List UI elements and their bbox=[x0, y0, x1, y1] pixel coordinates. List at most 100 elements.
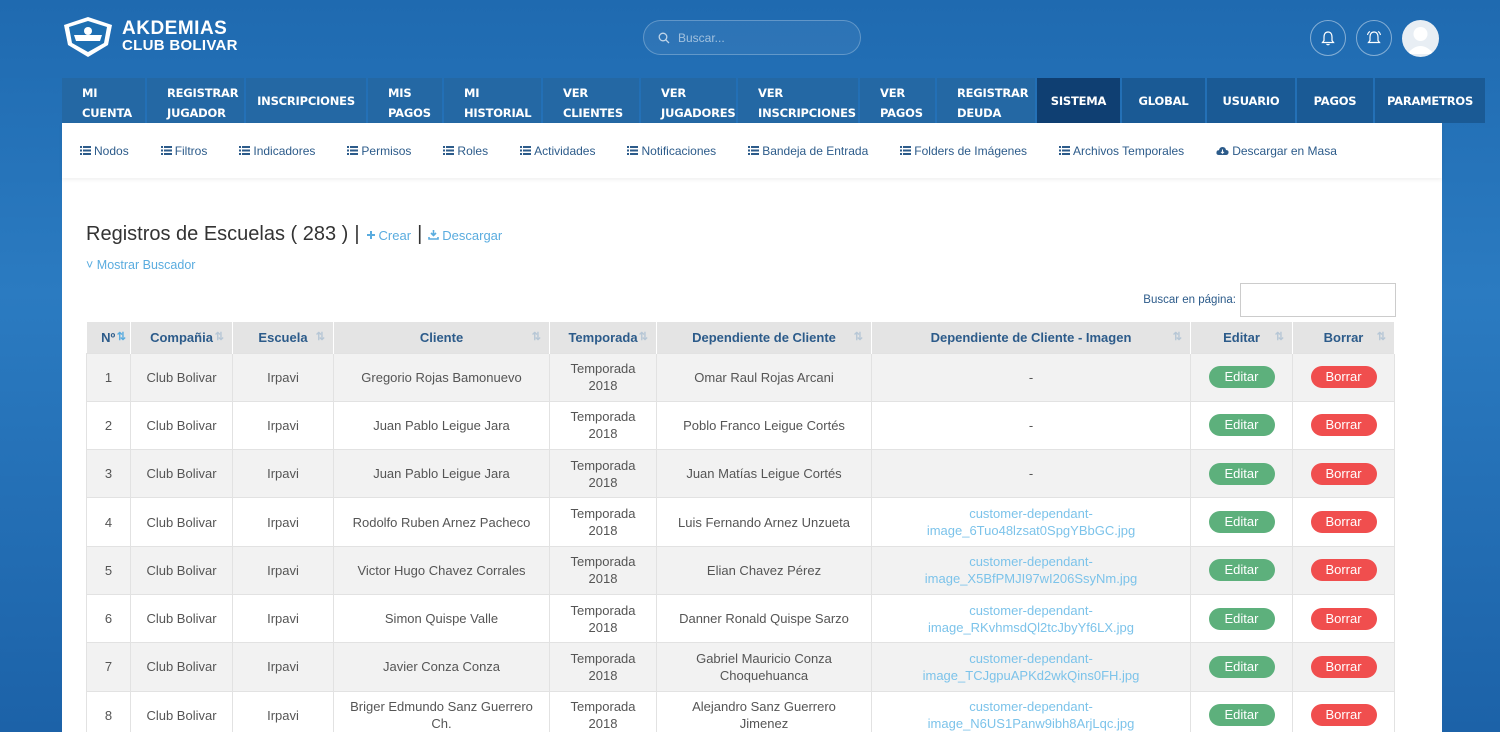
table-row: 5 Club Bolivar Irpavi Victor Hugo Chavez Co… bbox=[86, 545, 1395, 595]
system-subnav: Nodos Filtros Indicadores Permisos Roles Acti… bbox=[62, 123, 1442, 178]
user-icon bbox=[1407, 27, 1434, 54]
subnav-item-actividades[interactable]: Actividades bbox=[520, 144, 595, 158]
nav-item-ver-jugadores[interactable]: VER JUGADORES bbox=[641, 78, 736, 123]
delete-button[interactable]: Borrar bbox=[1310, 655, 1377, 678]
page-search-input[interactable] bbox=[1240, 283, 1396, 317]
column-header[interactable]: Borrar ⇅ bbox=[1292, 322, 1395, 353]
sort-icon: ⇅ bbox=[315, 331, 325, 343]
search-input[interactable] bbox=[678, 30, 848, 45]
subnav-item-indicadores[interactable]: Indicadores bbox=[239, 144, 315, 158]
main-nav: MI CUENTA REGISTRAR JUGADOR INSCRIPCIONES MIS… bbox=[62, 78, 1487, 123]
table-row: 3 Club Bolivar Irpavi Juan Pablo Leigue Jar… bbox=[86, 449, 1395, 499]
subnav-item-filtros[interactable]: Filtros bbox=[160, 144, 207, 158]
table-cell: Victor Hugo Chavez Corrales bbox=[333, 545, 550, 595]
image-link[interactable]: customer-dependant-image_X5BfPMJI97wI206… bbox=[925, 554, 1137, 586]
edit-button[interactable]: Editar bbox=[1208, 704, 1275, 727]
image-link[interactable]: customer-dependant-image_6Tuo48lzsat0Spg… bbox=[927, 506, 1135, 538]
delete-button[interactable]: Borrar bbox=[1310, 607, 1377, 630]
edit-button[interactable]: Editar bbox=[1208, 414, 1275, 437]
table-cell: 2 bbox=[86, 400, 131, 451]
image-link[interactable]: customer-dependant-image_N6US1Panw9ibh8A… bbox=[928, 699, 1135, 731]
table-cell: 7 bbox=[86, 642, 131, 692]
alerts-button[interactable] bbox=[1356, 20, 1392, 56]
nav-item-mi-cuenta[interactable]: MI CUENTA bbox=[62, 78, 145, 123]
create-link[interactable]: Crear bbox=[366, 228, 411, 243]
column-header-label: Dependiente de Cliente bbox=[692, 329, 836, 345]
title-separator: | bbox=[354, 223, 360, 245]
cell-text: Irpavi bbox=[267, 562, 299, 578]
table-row: 1 Club Bolivar Irpavi Gregorio Rojas Bamonu… bbox=[86, 352, 1395, 402]
column-header[interactable]: Dependiente de Cliente - Imagen ⇅ bbox=[871, 322, 1191, 353]
column-header[interactable]: Temporada ⇅ bbox=[549, 322, 657, 353]
bell-icon bbox=[1321, 30, 1335, 45]
nav-item-registrar-jugador[interactable]: REGISTRAR JUGADOR bbox=[147, 78, 244, 123]
cell-text: 7 bbox=[104, 659, 113, 675]
delete-button[interactable]: Borrar bbox=[1310, 462, 1377, 485]
main-content: Registros de Escuelas ( 283 ) | Crear | … bbox=[86, 223, 1396, 732]
cell-text: Irpavi bbox=[267, 659, 299, 675]
edit-button[interactable]: Editar bbox=[1208, 607, 1275, 630]
subnav-item-bandeja-de-entrada[interactable]: Bandeja de Entrada bbox=[748, 144, 868, 158]
cell-text: Javier Conza Conza bbox=[382, 659, 501, 675]
nav-item-global[interactable]: GLOBAL bbox=[1122, 78, 1205, 123]
nav-item-sistema[interactable]: SISTEMA bbox=[1037, 78, 1120, 123]
column-header[interactable]: Dependiente de Cliente ⇅ bbox=[656, 322, 872, 353]
delete-button[interactable]: Borrar bbox=[1310, 559, 1377, 582]
subnav-item-descargar-en-masa[interactable]: Descargar en Masa bbox=[1216, 144, 1337, 158]
nav-item-inscripciones[interactable]: INSCRIPCIONES bbox=[246, 78, 366, 123]
subnav-item-nodos[interactable]: Nodos bbox=[80, 144, 129, 158]
subnav-item-archivos-temporales[interactable]: Archivos Temporales bbox=[1059, 144, 1184, 158]
delete-button[interactable]: Borrar bbox=[1310, 366, 1377, 389]
list-icon bbox=[80, 146, 91, 155]
download-link[interactable]: Descargar bbox=[428, 228, 502, 243]
subnav-item-notificaciones[interactable]: Notificaciones bbox=[627, 144, 716, 158]
edit-button[interactable]: Editar bbox=[1208, 366, 1275, 389]
nav-item-pagos[interactable]: PAGOS bbox=[1297, 78, 1373, 123]
cell-text: 8 bbox=[104, 707, 113, 723]
nav-item-parametros[interactable]: PARAMETROS bbox=[1375, 78, 1485, 123]
column-header[interactable]: Escuela ⇅ bbox=[232, 322, 334, 353]
brand-logo[interactable]: AKDEMIAS CLUB BOLIVAR bbox=[60, 15, 238, 59]
nav-item-label-line2: CUENTA bbox=[82, 105, 132, 120]
table-cell: Irpavi bbox=[232, 497, 334, 547]
column-header-label: Editar bbox=[1223, 329, 1260, 345]
nav-item-ver-inscripciones[interactable]: VER INSCRIPCIONES bbox=[738, 78, 858, 123]
nav-item-label-line1: MI bbox=[82, 85, 98, 100]
edit-button[interactable]: Editar bbox=[1208, 511, 1275, 534]
edit-button[interactable]: Editar bbox=[1208, 655, 1275, 678]
global-search[interactable] bbox=[643, 20, 861, 55]
delete-button[interactable]: Borrar bbox=[1310, 704, 1377, 727]
nav-item-usuario[interactable]: USUARIO bbox=[1207, 78, 1295, 123]
nav-item-label-line1: MIS bbox=[388, 85, 412, 100]
user-avatar[interactable] bbox=[1402, 20, 1439, 57]
delete-button[interactable]: Borrar bbox=[1310, 511, 1377, 534]
cell-text: Elian Chavez Pérez bbox=[706, 562, 822, 578]
column-header[interactable]: Nº ⇅ bbox=[86, 322, 131, 353]
nav-item-registrar-deuda[interactable]: REGISTRAR DEUDA bbox=[937, 78, 1035, 123]
table-row: 4 Club Bolivar Irpavi Rodolfo Ruben Arnez P… bbox=[86, 497, 1395, 547]
column-header[interactable]: Editar ⇅ bbox=[1190, 322, 1293, 353]
nav-item-mis-pagos[interactable]: MIS PAGOS bbox=[368, 78, 442, 123]
delete-button[interactable]: Borrar bbox=[1310, 414, 1377, 437]
subnav-item-roles[interactable]: Roles bbox=[443, 144, 488, 158]
toggle-search-link[interactable]: ˅ Mostrar Buscador bbox=[86, 258, 1396, 272]
nav-item-ver-pagos[interactable]: VER PAGOS bbox=[860, 78, 935, 123]
nav-item-ver-clientes[interactable]: VER CLIENTES bbox=[543, 78, 639, 123]
edit-button[interactable]: Editar bbox=[1208, 462, 1275, 485]
image-link[interactable]: customer-dependant-image_TCJgpuAPKd2wkQi… bbox=[923, 651, 1140, 683]
table-cell: customer-dependant-image_RKvhmsdQl2tcJby… bbox=[871, 593, 1191, 644]
edit-button[interactable]: Editar bbox=[1208, 559, 1275, 582]
cell-text: Irpavi bbox=[267, 707, 299, 723]
image-link[interactable]: customer-dependant-image_RKvhmsdQl2tcJby… bbox=[928, 603, 1134, 635]
column-header[interactable]: Compañia ⇅ bbox=[130, 322, 233, 353]
subnav-item-folders-de-imágenes[interactable]: Folders de Imágenes bbox=[900, 144, 1027, 158]
notifications-button[interactable] bbox=[1310, 20, 1346, 56]
subnav-item-permisos[interactable]: Permisos bbox=[347, 144, 411, 158]
table-cell: 4 bbox=[86, 497, 131, 547]
sort-icon: ⇅ bbox=[1376, 331, 1386, 343]
column-header[interactable]: Cliente ⇅ bbox=[333, 322, 550, 353]
table-cell: Borrar bbox=[1292, 642, 1395, 692]
cell-text: Simon Quispe Valle bbox=[384, 611, 499, 627]
list-icon bbox=[900, 146, 912, 155]
nav-item-mi-historial[interactable]: MI HISTORIAL bbox=[444, 78, 541, 123]
